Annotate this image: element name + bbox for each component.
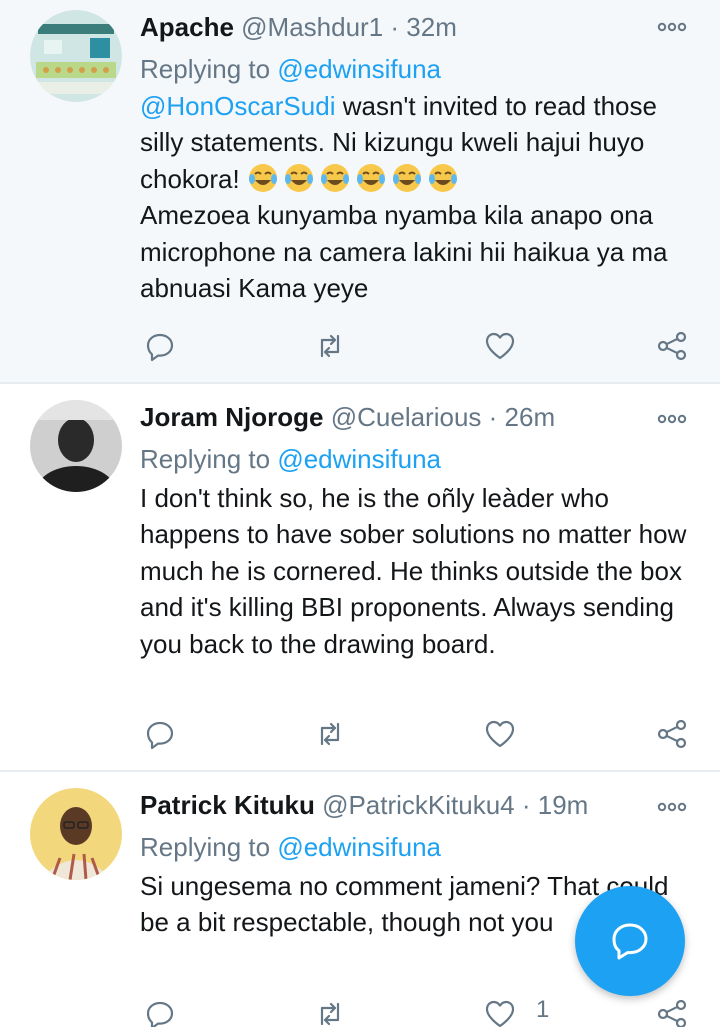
like-icon[interactable] — [480, 994, 520, 1027]
compose-reply-button[interactable] — [575, 886, 685, 996]
tweet-header: Apache @Mashdur1 · 32m — [140, 10, 457, 44]
display-name[interactable]: Joram Njoroge — [140, 402, 324, 432]
retweet-icon[interactable] — [310, 994, 350, 1027]
tweet-2[interactable]: Joram Njoroge @Cuelarious · 26m Replying… — [0, 384, 720, 770]
timestamp[interactable]: · 32m — [390, 12, 456, 42]
replying-to: Replying to @edwinsifuna — [140, 830, 441, 864]
face-with-tears-of-joy-icon — [428, 163, 457, 192]
display-name[interactable]: Apache — [140, 12, 234, 42]
replying-to: Replying to @edwinsifuna — [140, 52, 441, 86]
tweet-text-part-2: Amezoea kunyamba nyamba kila anapo ona m… — [140, 200, 668, 304]
retweet-icon[interactable] — [310, 714, 350, 754]
mention-link[interactable]: @HonOscarSudi — [140, 91, 335, 121]
avatar-patrick[interactable] — [30, 788, 122, 880]
reply-icon[interactable] — [140, 994, 180, 1027]
username[interactable]: @PatrickKituku4 — [322, 790, 515, 820]
tweet-text: @HonOscarSudi wasn't invited to read tho… — [140, 88, 700, 306]
replying-to-link[interactable]: @edwinsifuna — [277, 444, 441, 474]
face-with-tears-of-joy-icon — [284, 163, 313, 192]
more-options-icon[interactable] — [656, 792, 688, 822]
timestamp[interactable]: · 26m — [489, 402, 555, 432]
like-icon[interactable] — [480, 326, 520, 366]
replying-to-link[interactable]: @edwinsifuna — [277, 54, 441, 84]
share-icon[interactable] — [652, 326, 692, 366]
username[interactable]: @Mashdur1 — [241, 12, 383, 42]
tweet-actions: 1 — [140, 994, 700, 1027]
tweet-header: Patrick Kituku @PatrickKituku4 · 19m — [140, 788, 588, 822]
avatar-joram[interactable] — [30, 400, 122, 492]
face-with-tears-of-joy-icon — [356, 163, 385, 192]
retweet-icon[interactable] — [310, 326, 350, 366]
timestamp[interactable]: · 19m — [522, 790, 588, 820]
tweet-1[interactable]: Apache @Mashdur1 · 32m Replying to @edwi… — [0, 0, 720, 382]
face-with-tears-of-joy-icon — [320, 163, 349, 192]
share-icon[interactable] — [652, 714, 692, 754]
replying-prefix: Replying to — [140, 54, 278, 84]
replying-prefix: Replying to — [140, 444, 278, 474]
like-count: 1 — [536, 996, 550, 1023]
more-options-icon[interactable] — [656, 12, 688, 42]
like-icon[interactable] — [480, 714, 520, 754]
tweet-header: Joram Njoroge @Cuelarious · 26m — [140, 400, 555, 434]
reply-icon[interactable] — [140, 326, 180, 366]
replying-to-link[interactable]: @edwinsifuna — [277, 832, 441, 862]
username[interactable]: @Cuelarious — [331, 402, 482, 432]
tweet-actions — [140, 326, 700, 366]
share-icon[interactable] — [652, 994, 692, 1027]
reply-icon[interactable] — [140, 714, 180, 754]
replying-prefix: Replying to — [140, 832, 278, 862]
more-options-icon[interactable] — [656, 404, 688, 434]
tweet-text: I don't think so, he is the oñly leàder … — [140, 483, 687, 659]
face-with-tears-of-joy-icon — [392, 163, 421, 192]
emoji-group — [247, 163, 463, 194]
compose-reply-icon — [612, 923, 648, 960]
display-name[interactable]: Patrick Kituku — [140, 790, 315, 820]
replying-to: Replying to @edwinsifuna — [140, 442, 441, 476]
face-with-tears-of-joy-icon — [248, 163, 277, 192]
tweet-actions — [140, 714, 700, 754]
avatar-apache[interactable] — [30, 10, 122, 102]
